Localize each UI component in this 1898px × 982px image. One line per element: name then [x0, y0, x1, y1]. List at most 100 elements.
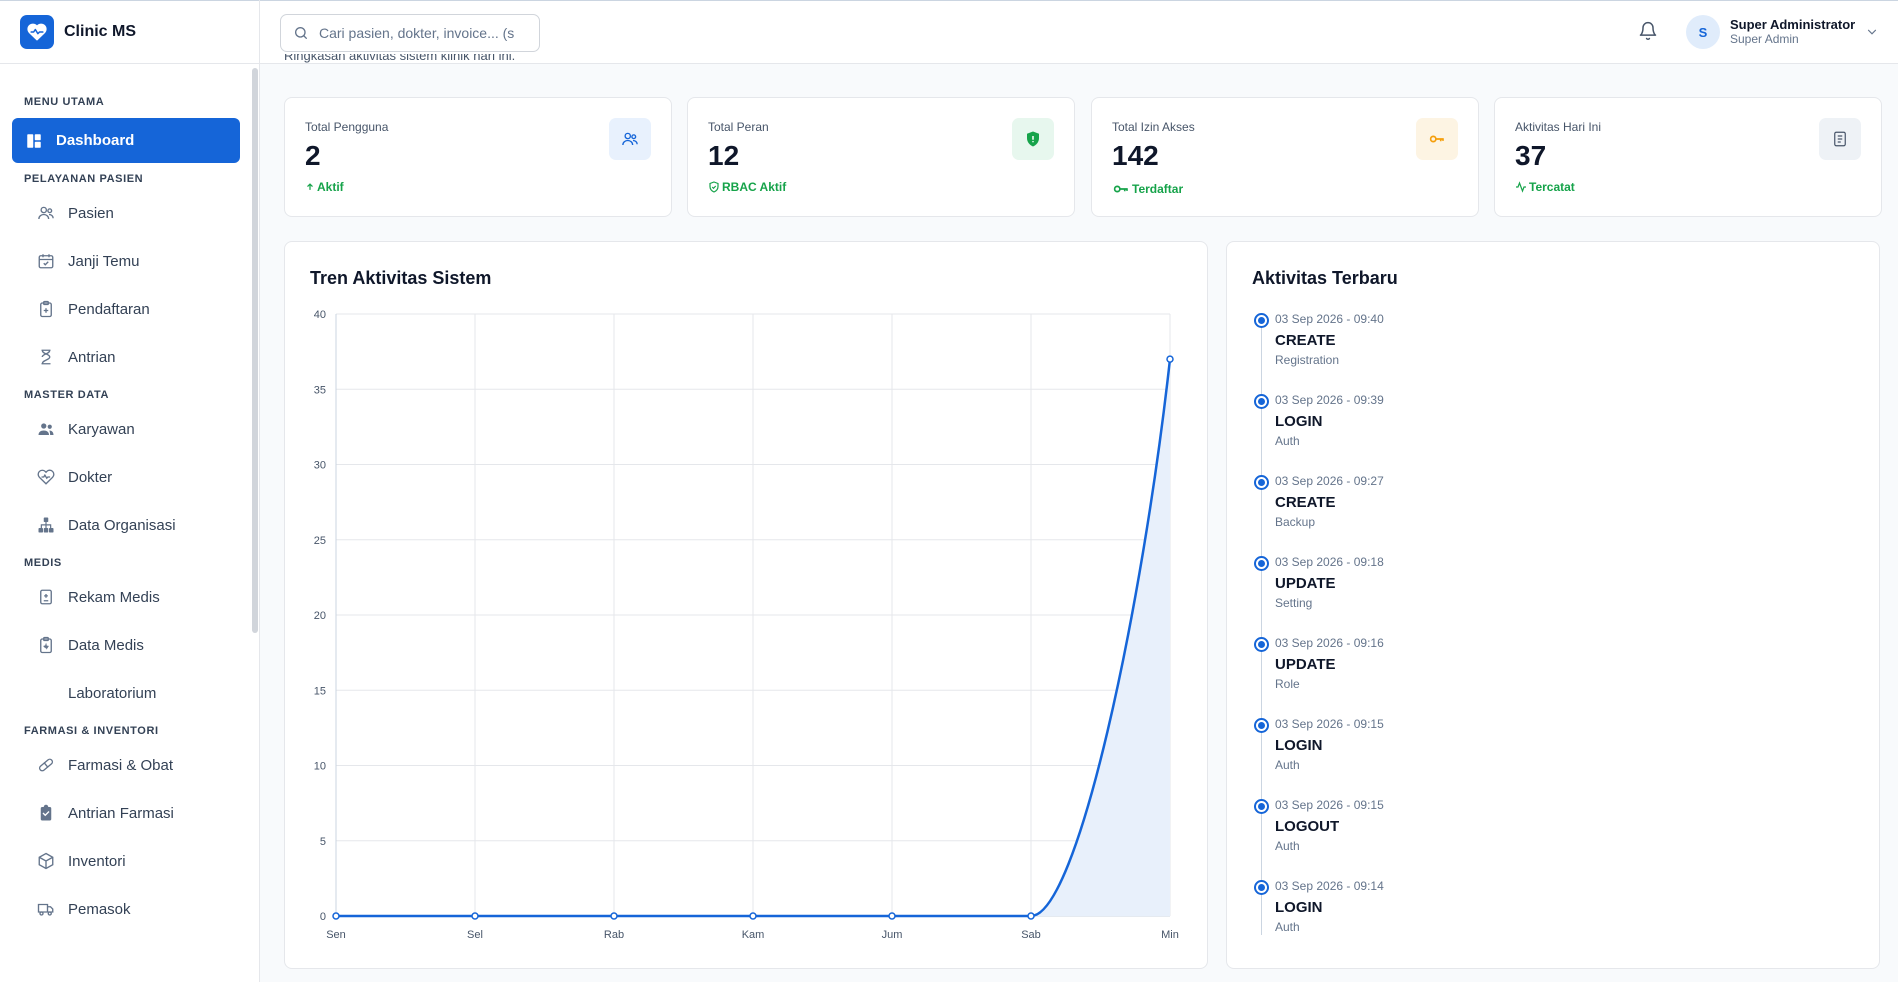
sidebar-item-janji-temu[interactable]: Janji Temu: [12, 237, 240, 285]
brand[interactable]: Clinic MS: [0, 0, 259, 64]
stat-meta: Terdaftar: [1112, 180, 1183, 198]
x-tick-label: Sel: [467, 929, 483, 941]
stat-meta: Aktif: [305, 180, 344, 194]
stat-value: 37: [1515, 140, 1547, 171]
stat-value: 12: [708, 140, 740, 171]
sidebar-scrollbar[interactable]: [252, 68, 258, 633]
activity-module: Backup: [1275, 515, 1316, 529]
sidebar-nav: MENU UTAMA Dashboard PELAYANAN PASIEN Pasie…: [0, 64, 252, 982]
timeline-dot-icon: [1254, 718, 1269, 733]
activity-module: Registration: [1275, 353, 1340, 367]
x-tick-label: Sen: [326, 929, 346, 941]
people-icon: [36, 419, 56, 439]
activity-time: 03 Sep 2026 - 09:14: [1275, 879, 1384, 893]
hourglass-icon: [36, 347, 56, 367]
sitemap-icon: [36, 515, 56, 535]
activity-icon: [1515, 181, 1527, 193]
timeline-dot-icon: [1254, 313, 1269, 328]
calendar-check-icon: [36, 251, 56, 271]
sidebar-item-label: Rekam Medis: [68, 588, 160, 606]
data-point: [1166, 355, 1174, 363]
activity-action: CREATE: [1275, 494, 1336, 511]
app-name: Clinic MS: [64, 23, 137, 40]
pill-icon: [36, 755, 56, 775]
sidebar-item-label: Pasien: [68, 204, 114, 222]
activity-action: LOGIN: [1275, 413, 1323, 430]
stat-meta: Tercatat: [1515, 180, 1575, 194]
sidebar-item-label: Antrian Farmasi: [68, 804, 174, 822]
search-box[interactable]: [280, 14, 540, 52]
stat-label: Total Peran: [708, 120, 769, 134]
stat-meta-text: Tercatat: [1529, 180, 1575, 194]
stat-card: Aktivitas Hari Ini 37 Tercatat: [1494, 97, 1882, 217]
activity-time: 03 Sep 2026 - 09:18: [1275, 555, 1384, 569]
activity-action: LOGIN: [1275, 737, 1323, 754]
trend-chart: 0 5 10 15 20 25 30 35 40 Sen Sel Rab Kam Jum Sab Min: [314, 309, 1179, 941]
sidebar-item-label: Data Medis: [68, 636, 144, 654]
activity-item: 03 Sep 2026 - 09:39 LOGIN Auth: [1251, 391, 1851, 472]
search-icon: [295, 27, 307, 39]
stat-label: Total Izin Akses: [1112, 120, 1195, 134]
x-tick-label: Sab: [1021, 929, 1041, 941]
timeline-dot-icon: [1254, 394, 1269, 409]
sidebar-item-label: Dokter: [68, 468, 113, 486]
x-tick-label: Rab: [604, 929, 624, 941]
sidebar-item-data-medis[interactable]: Data Medis: [12, 621, 240, 669]
data-point: [471, 912, 479, 920]
sidebar-section-label: FARMASI & INVENTORI: [24, 725, 159, 737]
user-name: Super Administrator: [1730, 17, 1856, 32]
sidebar-item-dokter[interactable]: Dokter: [12, 453, 240, 501]
data-point: [1027, 912, 1035, 920]
file-medical-icon: [36, 587, 56, 607]
stat-value: 142: [1112, 140, 1159, 171]
activity-action: LOGOUT: [1275, 818, 1340, 835]
sidebar-item-inventori[interactable]: Inventori: [12, 837, 240, 885]
avatar: S: [1686, 15, 1720, 49]
sidebar-item-label: Data Organisasi: [68, 516, 176, 534]
sidebar-item-antrian[interactable]: Antrian: [12, 333, 240, 381]
activity-module: Auth: [1275, 920, 1300, 934]
user-menu[interactable]: S Super Administrator Super Admin: [1686, 15, 1879, 49]
sidebar-item-pendaftaran[interactable]: Pendaftaran: [12, 285, 240, 333]
activity-time: 03 Sep 2026 - 09:27: [1275, 474, 1384, 488]
sidebar-item-pemasok[interactable]: Pemasok: [12, 885, 240, 933]
sidebar: Clinic MS MENU UTAMA Dashboard PELAYANAN P…: [0, 0, 260, 982]
timeline-dot-icon: [1254, 880, 1269, 895]
sidebar-item-pasien[interactable]: Pasien: [12, 189, 240, 237]
activity-module: Auth: [1275, 839, 1300, 853]
data-point: [610, 912, 618, 920]
activity-item: 03 Sep 2026 - 09:16 UPDATE Role: [1251, 634, 1851, 715]
sidebar-item-dashboard[interactable]: Dashboard: [12, 118, 240, 163]
sidebar-item-label: Dashboard: [56, 132, 135, 149]
activity-card: Aktivitas Terbaru 03 Sep 2026 - 09:40 CRE…: [1226, 241, 1880, 969]
notification-bell-icon[interactable]: [1638, 21, 1658, 46]
sidebar-section-label: MEDIS: [24, 557, 62, 569]
activity-item: 03 Sep 2026 - 09:40 CREATE Registration: [1251, 310, 1851, 391]
shield-check-icon: [1012, 118, 1054, 160]
stat-meta-text: Aktif: [317, 180, 344, 194]
arrow-up-icon: [305, 182, 315, 192]
y-tick-label: 5: [320, 836, 326, 848]
activity-action: UPDATE: [1275, 575, 1336, 592]
x-tick-label: Kam: [742, 929, 765, 941]
stat-meta-text: Terdaftar: [1132, 182, 1184, 196]
sidebar-item-data-organisasi[interactable]: Data Organisasi: [12, 501, 240, 549]
x-tick-label: Min: [1161, 929, 1179, 941]
timeline-dot-icon: [1254, 637, 1269, 652]
sidebar-item-farmasi-obat[interactable]: Farmasi & Obat: [12, 741, 240, 789]
activity-module: Setting: [1275, 596, 1313, 610]
sidebar-item-label: Janji Temu: [68, 252, 140, 270]
sidebar-section-label: MENU UTAMA: [24, 96, 105, 108]
y-tick-label: 35: [314, 384, 326, 396]
sidebar-item-label: Farmasi & Obat: [68, 756, 174, 774]
clipboard-list-icon: [36, 803, 56, 823]
y-tick-label: 40: [314, 309, 326, 321]
y-tick-label: 0: [320, 911, 326, 923]
users-icon: [36, 203, 56, 223]
activity-time: 03 Sep 2026 - 09:15: [1275, 717, 1384, 731]
sidebar-item-laboratorium[interactable]: Laboratorium: [12, 669, 240, 717]
sidebar-item-karyawan[interactable]: Karyawan: [12, 405, 240, 453]
sidebar-item-rekam-medis[interactable]: Rekam Medis: [12, 573, 240, 621]
sidebar-item-antrian-farmasi[interactable]: Antrian Farmasi: [12, 789, 240, 837]
search-input[interactable]: [319, 25, 529, 41]
